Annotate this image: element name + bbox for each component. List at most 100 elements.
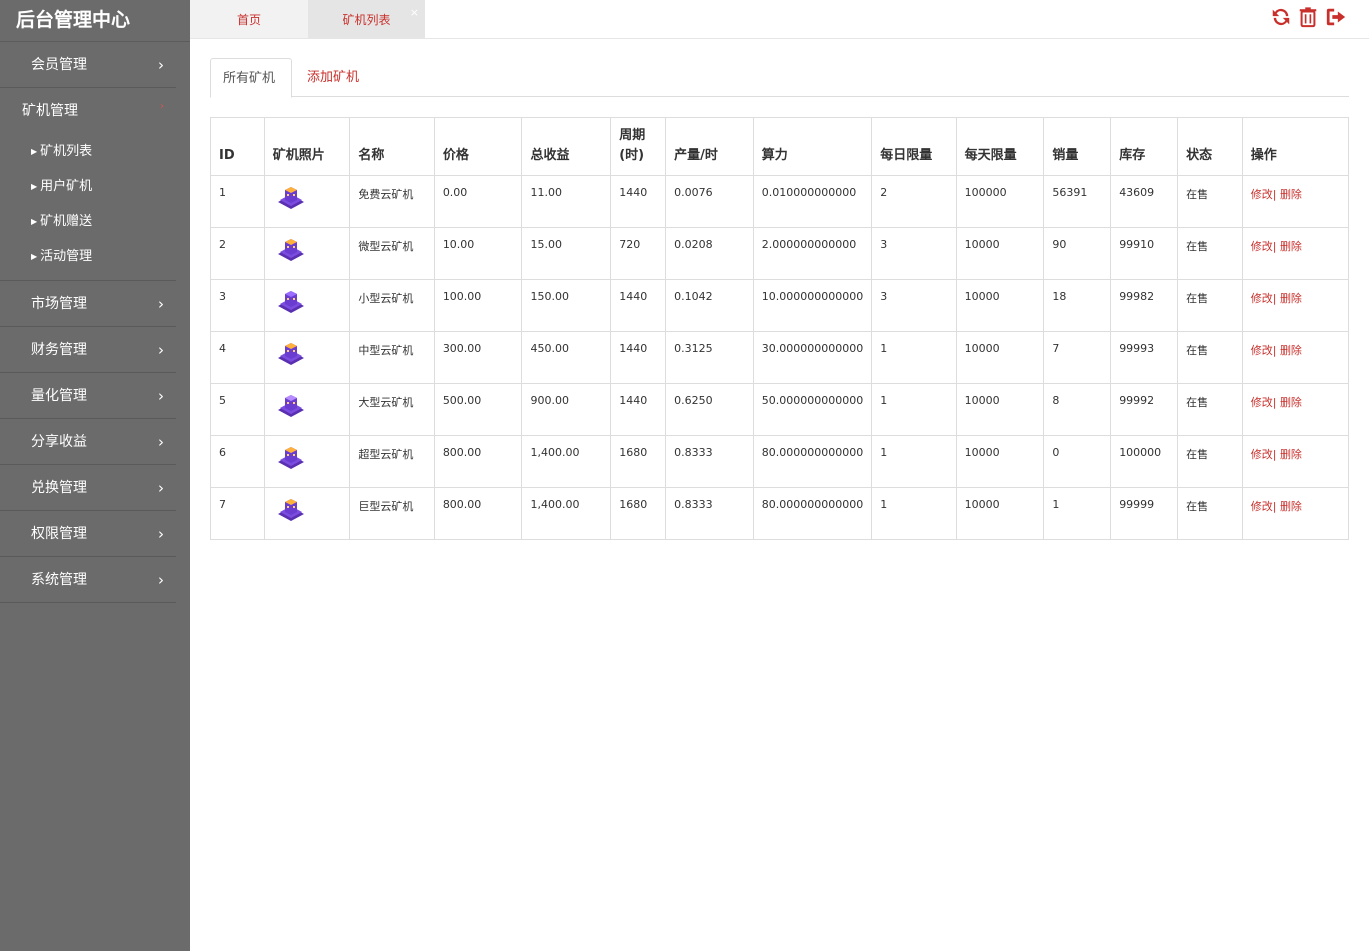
sidebar-item-finance[interactable]: 财务管理 › bbox=[0, 327, 176, 373]
cell-output: 0.0076 bbox=[665, 175, 754, 228]
cell-output: 0.8333 bbox=[665, 435, 754, 488]
subtab-add-miner[interactable]: 添加矿机 bbox=[295, 58, 371, 97]
chevron-right-icon: › bbox=[158, 479, 164, 497]
miner-photo-cell bbox=[264, 279, 351, 332]
refresh-icon[interactable] bbox=[1270, 6, 1292, 28]
delete-link[interactable]: 删除 bbox=[1280, 188, 1302, 201]
sidebar-item-exchange[interactable]: 兑换管理 › bbox=[0, 465, 176, 511]
edit-link[interactable]: 修改| bbox=[1251, 448, 1277, 461]
miner-photo-cell bbox=[264, 487, 351, 540]
miner-photo-cell bbox=[264, 331, 351, 384]
header-power: 算力 bbox=[753, 117, 873, 176]
table-row: 5 大型云矿机 500.00 900.00 1440 0.6250 50.000000000… bbox=[210, 383, 1350, 436]
sidebar-subitem-activity[interactable]: ▶ 活动管理 bbox=[0, 239, 176, 274]
cell-day-limit: 10000 bbox=[956, 435, 1045, 488]
cell-stock: 99982 bbox=[1110, 279, 1179, 332]
cell-stock: 43609 bbox=[1110, 175, 1179, 228]
subtab-all-miners[interactable]: 所有矿机 bbox=[210, 58, 292, 98]
sub-tab-bar: 所有矿机 添加矿机 bbox=[210, 58, 1349, 98]
chevron-right-icon: › bbox=[158, 341, 164, 359]
sidebar-subitem-miner-gift[interactable]: ▶ 矿机赠送 bbox=[0, 204, 176, 239]
cell-stock: 99910 bbox=[1110, 227, 1179, 280]
cell-daily: 1 bbox=[871, 331, 957, 384]
sidebar-item-market[interactable]: 市场管理 › bbox=[0, 281, 176, 327]
cell-daily: 1 bbox=[871, 487, 957, 540]
cell-status: 在售 bbox=[1177, 331, 1243, 384]
cell-power: 80.000000000000 bbox=[753, 435, 873, 488]
cell-status: 在售 bbox=[1177, 487, 1243, 540]
header-actions: 操作 bbox=[1242, 117, 1350, 176]
sidebar-item-miner[interactable]: 矿机管理 › bbox=[0, 88, 176, 134]
delete-link[interactable]: 删除 bbox=[1280, 344, 1302, 357]
cell-income: 900.00 bbox=[521, 383, 612, 436]
cell-status: 在售 bbox=[1177, 279, 1243, 332]
chevron-right-icon: › bbox=[158, 56, 164, 74]
cell-sold: 56391 bbox=[1043, 175, 1112, 228]
cell-status: 在售 bbox=[1177, 175, 1243, 228]
miner-image-icon bbox=[275, 343, 307, 373]
cell-id: 3 bbox=[210, 279, 265, 332]
caret-right-icon: ▶ bbox=[31, 147, 38, 156]
sidebar-item-permission[interactable]: 权限管理 › bbox=[0, 511, 176, 557]
delete-link[interactable]: 删除 bbox=[1280, 448, 1302, 461]
miner-photo-cell bbox=[264, 383, 351, 436]
delete-link[interactable]: 删除 bbox=[1280, 396, 1302, 409]
chevron-right-icon: › bbox=[158, 433, 164, 451]
main-content: 所有矿机 添加矿机 ID 矿机照片 名称 价格 总收益 周期 (时) 产量/时 算… bbox=[210, 58, 1350, 540]
sidebar-item-member[interactable]: 会员管理 › bbox=[0, 42, 176, 88]
cell-name: 中型云矿机 bbox=[349, 331, 435, 384]
actions-cell: 修改| 删除 bbox=[1242, 331, 1350, 384]
edit-link[interactable]: 修改| bbox=[1251, 344, 1277, 357]
chevron-right-icon: › bbox=[158, 387, 164, 405]
sidebar-subitem-miner-list[interactable]: ▶ 矿机列表 bbox=[0, 134, 176, 169]
tab-miner-list[interactable]: 矿机列表 × bbox=[308, 0, 425, 38]
sidebar-subitem-user-miner[interactable]: ▶ 用户矿机 bbox=[0, 169, 176, 204]
sidebar-item-share[interactable]: 分享收益 › bbox=[0, 419, 176, 465]
cell-daily: 3 bbox=[871, 227, 957, 280]
sidebar-item-label: 财务管理 bbox=[31, 342, 87, 358]
sidebar-item-quant[interactable]: 量化管理 › bbox=[0, 373, 176, 419]
header-id: ID bbox=[210, 117, 265, 176]
cell-cycle: 720 bbox=[610, 227, 667, 280]
miner-image-icon bbox=[275, 447, 307, 477]
cell-price: 0.00 bbox=[434, 175, 523, 228]
cell-price: 500.00 bbox=[434, 383, 523, 436]
edit-link[interactable]: 修改| bbox=[1251, 292, 1277, 305]
trash-icon[interactable] bbox=[1297, 6, 1319, 28]
edit-link[interactable]: 修改| bbox=[1251, 500, 1277, 513]
edit-link[interactable]: 修改| bbox=[1251, 188, 1277, 201]
table-body: 1 免费云矿机 0.00 11.00 1440 0.0076 0.010000000000 2… bbox=[210, 175, 1350, 540]
sidebar-subitem-label: 矿机赠送 bbox=[40, 214, 93, 229]
cell-income: 11.00 bbox=[521, 175, 612, 228]
cell-sold: 18 bbox=[1043, 279, 1112, 332]
sign-out-icon[interactable] bbox=[1325, 6, 1347, 28]
cell-name: 小型云矿机 bbox=[349, 279, 435, 332]
edit-link[interactable]: 修改| bbox=[1251, 240, 1277, 253]
cell-stock: 99999 bbox=[1110, 487, 1179, 540]
header-cycle-line1: 周期 bbox=[619, 128, 646, 143]
tab-home[interactable]: 首页 bbox=[190, 0, 308, 38]
cell-sold: 7 bbox=[1043, 331, 1112, 384]
sidebar-subitem-label: 用户矿机 bbox=[40, 179, 93, 194]
cell-name: 巨型云矿机 bbox=[349, 487, 435, 540]
cell-power: 80.000000000000 bbox=[753, 487, 873, 540]
delete-link[interactable]: 删除 bbox=[1280, 240, 1302, 253]
delete-link[interactable]: 删除 bbox=[1280, 500, 1302, 513]
table-row: 7 巨型云矿机 800.00 1,400.00 1680 0.8333 80.0000000… bbox=[210, 487, 1350, 540]
header-name: 名称 bbox=[349, 117, 435, 176]
chevron-right-icon: › bbox=[158, 525, 164, 543]
edit-link[interactable]: 修改| bbox=[1251, 396, 1277, 409]
header-daily-limit: 每日限量 bbox=[871, 117, 957, 176]
delete-link[interactable]: 删除 bbox=[1280, 292, 1302, 305]
close-icon[interactable]: × bbox=[410, 0, 419, 33]
miner-photo-cell bbox=[264, 227, 351, 280]
tab-label: 首页 bbox=[236, 13, 261, 27]
cell-price: 800.00 bbox=[434, 435, 523, 488]
cell-id: 2 bbox=[210, 227, 265, 280]
cell-stock: 99992 bbox=[1110, 383, 1179, 436]
sidebar-item-system[interactable]: 系统管理 › bbox=[0, 557, 176, 603]
sidebar-submenu-miner: ▶ 矿机列表 ▶ 用户矿机 ▶ 矿机赠送 ▶ 活动管理 bbox=[0, 134, 176, 281]
cell-day-limit: 10000 bbox=[956, 383, 1045, 436]
header-output: 产量/时 bbox=[665, 117, 754, 176]
cell-income: 150.00 bbox=[521, 279, 612, 332]
